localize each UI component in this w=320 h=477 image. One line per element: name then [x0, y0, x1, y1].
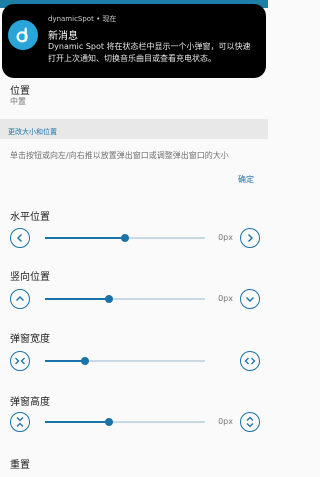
popup-height-slider[interactable]	[45, 418, 205, 426]
position-setting[interactable]: 位置 中置	[0, 82, 268, 114]
move-up-button[interactable]	[10, 289, 30, 309]
vertical-position-value: 0px	[218, 294, 233, 303]
vertical-position-title: 竖向位置	[10, 272, 50, 283]
vertical-position-slider[interactable]	[45, 295, 205, 303]
section-label: 更改大小和位置	[8, 128, 57, 136]
popup-width-slider[interactable]	[45, 357, 205, 365]
notification-time: 现在	[102, 15, 117, 23]
position-value: 中置	[10, 97, 26, 106]
slider-fill	[45, 421, 109, 423]
slider-fill	[45, 237, 125, 239]
expand-width-button[interactable]	[240, 351, 260, 371]
shrink-height-button[interactable]	[10, 412, 30, 432]
notification-body: Dynamic Spot 将在状态栏中显示一个小弹窗，可以快速打开上次通知、切换…	[48, 42, 251, 63]
popup-width-title: 弹窗宽度	[10, 334, 50, 345]
chevron-up-icon	[16, 296, 24, 301]
chevron-left-icon	[17, 234, 22, 242]
shrink-vertical-icon	[16, 417, 24, 427]
position-title: 位置	[10, 86, 30, 97]
popup-height-value: 0px	[218, 417, 233, 426]
expand-horizontal-icon	[244, 357, 256, 365]
confirm-button[interactable]: 确定	[238, 174, 254, 185]
chevron-right-icon	[248, 234, 253, 242]
slider-thumb[interactable]	[105, 295, 113, 303]
app-icon	[8, 20, 38, 50]
notification-popup[interactable]: dynamicSpot • 现在 新消息 Dynamic Spot 将在状态栏中…	[2, 4, 266, 78]
horizontal-position-slider[interactable]	[45, 234, 205, 242]
horizontal-position-value: 0px	[218, 233, 233, 242]
instruction-text: 单击按钮或向左/向右推以放置弹出窗口或调整弹出窗口的大小	[10, 151, 229, 160]
notification-title: 新消息	[48, 31, 78, 42]
slider-fill	[45, 298, 109, 300]
slider-fill	[45, 360, 85, 362]
slider-thumb[interactable]	[105, 418, 113, 426]
expand-height-button[interactable]	[240, 412, 260, 432]
notification-header: dynamicSpot • 现在	[48, 14, 116, 24]
chevron-down-icon	[246, 297, 254, 302]
popup-height-title: 弹窗高度	[10, 397, 50, 408]
horizontal-position-title: 水平位置	[10, 212, 50, 223]
slider-thumb[interactable]	[81, 357, 89, 365]
shrink-horizontal-icon	[15, 357, 25, 365]
section-header: 更改大小和位置	[0, 119, 268, 139]
move-right-button[interactable]	[240, 228, 260, 248]
expand-vertical-icon	[246, 416, 254, 428]
reset-button[interactable]: 重置	[10, 456, 30, 471]
move-down-button[interactable]	[240, 289, 260, 309]
notification-app-name: dynamicSpot	[48, 15, 94, 23]
dynamic-spot-logo-icon	[16, 27, 28, 43]
shrink-width-button[interactable]	[10, 351, 30, 371]
slider-thumb[interactable]	[121, 234, 129, 242]
move-left-button[interactable]	[10, 228, 30, 248]
